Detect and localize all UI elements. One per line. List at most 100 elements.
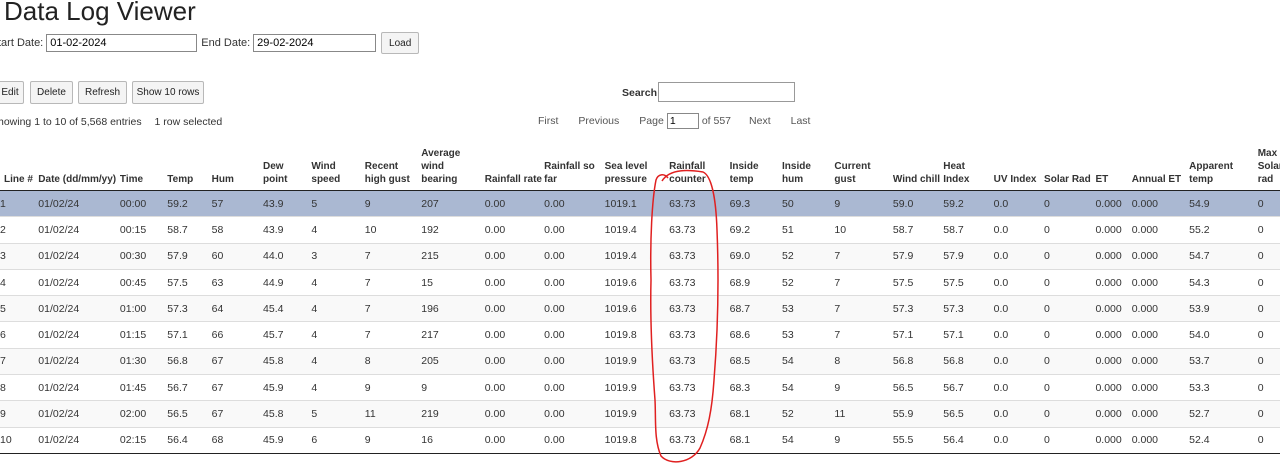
table-cell: 1019.4 [604,242,670,270]
end-date-input[interactable] [253,34,377,52]
table-row[interactable]: 6 01/02/24 01:15 57.1 66 45.7 4 7 217 0.00 0.00 101… [0,321,1280,349]
column-header[interactable]: Average wind bearing [421,140,485,191]
table-cell: 0.000 [1095,295,1132,322]
table-cell: 0 [1044,426,1096,454]
table-cell: 63.73 [669,268,730,296]
table-cell: 0.0 [993,242,1045,270]
column-header[interactable]: Time [119,140,168,191]
column-header[interactable]: Max Solar rad [1257,140,1280,191]
table-cell: 1019.9 [604,374,670,401]
table-row[interactable]: 1 01/02/24 00:00 59.2 57 43.9 5 9 207 0.00 0.00 101… [0,189,1280,217]
column-header[interactable]: Inside hum [782,140,835,191]
load-button[interactable]: Load [381,32,420,54]
table-cell: 0 [1044,242,1096,270]
table-cell: 0.000 [1095,321,1132,349]
table-cell: 0 [1044,400,1096,428]
table-cell: 67 [211,374,264,401]
table-cell: 0.0 [993,426,1045,454]
start-date-input[interactable] [46,34,198,52]
table-cell: 1019.4 [604,216,670,244]
column-header[interactable]: Line # [0,140,39,191]
table-cell: 2 [0,216,39,244]
column-header[interactable]: Dew point [263,140,312,191]
table-cell: 0 [1257,295,1280,322]
table-cell: 0.000 [1131,347,1190,375]
edit-button[interactable]: Edit [0,81,24,104]
column-header[interactable]: Current gust [834,140,893,191]
column-header[interactable]: Sea level pressure [604,140,670,191]
table-cell: 01/02/24 [38,426,120,454]
table-cell: 53.7 [1189,347,1258,375]
next-page-link[interactable]: Next [749,115,771,127]
table-cell: 57.1 [943,321,994,349]
table-cell: 68.7 [729,295,783,322]
table-cell: 02:15 [119,426,168,454]
column-header[interactable]: Temp [167,140,212,191]
table-cell: 51 [782,216,835,244]
previous-page-link[interactable]: Previous [578,115,619,127]
delete-button[interactable]: Delete [30,81,73,104]
table-cell: 7 [364,321,422,349]
show-rows-button[interactable]: Show 10 rows [132,81,204,104]
table-cell: 57.9 [943,242,994,270]
table-cell: 66 [211,321,264,349]
table-cell: 52 [782,400,835,428]
search-input[interactable] [658,82,795,102]
table-cell: 60 [211,242,264,270]
column-header[interactable]: Inside temp [729,140,783,191]
column-header[interactable]: Date (dd/mm/yy) [38,140,120,191]
table-cell: 45.7 [263,321,312,349]
first-page-link[interactable]: First [538,115,558,127]
search-label: Search: [622,87,661,99]
column-header[interactable]: Annual ET [1131,140,1190,191]
table-cell: 0.00 [544,295,605,322]
column-header[interactable]: Rainfall counter [669,140,730,191]
table-cell: 57.5 [167,268,212,296]
table-cell: 44.0 [263,242,312,270]
column-header[interactable]: ET [1095,140,1132,191]
table-cell: 0.00 [544,400,605,428]
table-cell: 3 [311,242,365,270]
table-cell: 207 [421,189,485,217]
table-cell: 0.00 [484,295,545,322]
table-cell: 205 [421,347,485,375]
table-cell: 56.5 [943,400,994,428]
table-cell: 0.0 [993,374,1045,401]
column-header[interactable]: Hum [211,140,264,191]
table-cell: 0 [1044,189,1096,217]
table-row[interactable]: 4 01/02/24 00:45 57.5 63 44.9 4 7 15 0.00 0.00 1019… [0,268,1280,296]
column-header[interactable]: Rainfall rate [484,140,545,191]
table-cell: 63 [211,268,264,296]
column-header[interactable]: Wind speed [311,140,365,191]
table-cell: 59.2 [167,189,212,217]
table-cell: 0.00 [544,347,605,375]
table-row[interactable]: 2 01/02/24 00:15 58.7 58 43.9 4 10 192 0.00 0.00 10… [0,216,1280,244]
table-cell: 4 [311,295,365,322]
table-row[interactable]: 7 01/02/24 01:30 56.8 67 45.8 4 8 205 0.00 0.00 101… [0,347,1280,375]
table-cell: 0.000 [1131,400,1190,428]
page-number-input[interactable] [666,113,699,129]
table-cell: 52 [782,268,835,296]
column-header[interactable]: UV Index [993,140,1045,191]
end-date-label: End Date: [201,37,251,49]
column-header[interactable]: Recent high gust [364,140,422,191]
table-row[interactable]: 8 01/02/24 01:45 56.7 67 45.9 4 9 9 0.00 0.00 1019.… [0,374,1280,401]
table-cell: 0 [1257,268,1280,296]
column-header[interactable]: Wind chill [892,140,944,191]
table-row[interactable]: 10 01/02/24 02:15 56.4 68 45.9 6 9 16 0.00 0.00 101… [0,426,1280,454]
column-header[interactable]: Heat Index [943,140,994,191]
table-row[interactable]: 9 01/02/24 02:00 56.5 67 45.8 5 11 219 0.00 0.00 10… [0,400,1280,428]
table-cell: 57.3 [943,295,994,322]
table-row[interactable]: 5 01/02/24 01:00 57.3 64 45.4 4 7 196 0.00 0.00 101… [0,295,1280,322]
table-row[interactable]: 3 01/02/24 00:30 57.9 60 44.0 3 7 215 0.00 0.00 101… [0,242,1280,270]
column-header[interactable]: Apparent temp [1189,140,1258,191]
table-cell: 57.5 [943,268,994,296]
table-cell: 53.3 [1189,374,1258,401]
column-header[interactable]: Solar Rad [1044,140,1096,191]
table-cell: 0.000 [1095,189,1132,217]
refresh-button[interactable]: Refresh [78,81,127,104]
last-page-link[interactable]: Last [791,115,811,127]
table-cell: 45.8 [263,400,312,428]
column-header[interactable]: Rainfall so far [544,140,605,191]
table-cell: 15 [421,268,485,296]
